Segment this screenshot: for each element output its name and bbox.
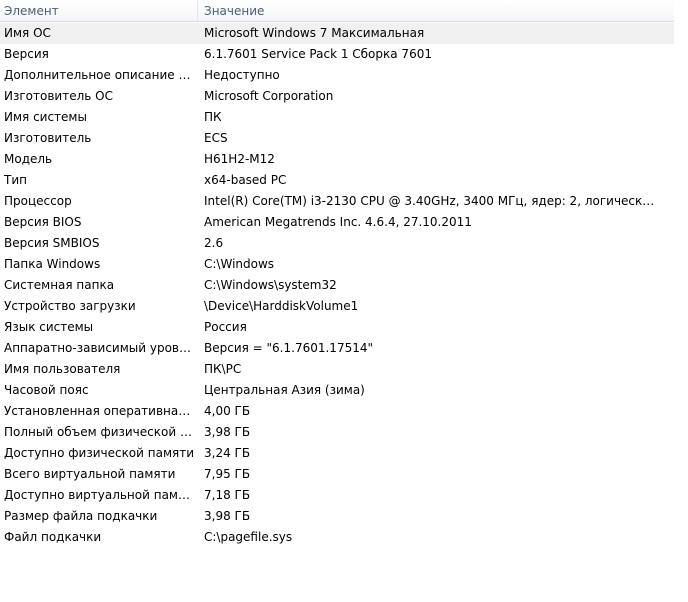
row-element-value: Версия = "6.1.7601.17514" xyxy=(204,341,373,355)
row-element-value: ПК\PC xyxy=(204,362,242,376)
row-element-name: Версия SMBIOS xyxy=(4,236,100,250)
row-element-name: Всего виртуальной памяти xyxy=(4,467,176,481)
list-header: Элемент Значение xyxy=(0,0,674,22)
table-row[interactable]: Язык системы Россия xyxy=(0,317,674,338)
table-row[interactable]: Всего виртуальной памяти 7,95 ГБ xyxy=(0,464,674,485)
row-element-name: Имя ОС xyxy=(4,26,51,40)
table-row[interactable]: Аппаратно-зависимый уровен... Версия = "6… xyxy=(0,338,674,359)
list-rows: Имя ОС Microsoft Windows 7 Максимальная В… xyxy=(0,23,674,548)
row-element-name: Аппаратно-зависимый уровен... xyxy=(4,341,195,355)
table-row[interactable]: Изготовитель ОС Microsoft Corporation xyxy=(0,86,674,107)
table-row[interactable]: Доступно виртуальной памяти 7,18 ГБ xyxy=(0,485,674,506)
row-element-name: Дополнительное описание ОС xyxy=(4,68,195,82)
row-element-value: Microsoft Corporation xyxy=(204,89,334,103)
row-element-name: Размер файла подкачки xyxy=(4,509,158,523)
table-row[interactable]: Версия SMBIOS 2.6 xyxy=(0,233,674,254)
row-element-value: Microsoft Windows 7 Максимальная xyxy=(204,26,425,40)
table-row[interactable]: Версия 6.1.7601 Service Pack 1 Сборка 760… xyxy=(0,44,674,65)
row-element-value: 4,00 ГБ xyxy=(204,404,251,418)
table-row[interactable]: Имя ОС Microsoft Windows 7 Максимальная xyxy=(0,23,674,44)
row-element-name: Установленная оперативная п... xyxy=(4,404,195,418)
table-row[interactable]: Системная папка C:\Windows\system32 xyxy=(0,275,674,296)
row-element-name: Файл подкачки xyxy=(4,530,102,544)
table-row[interactable]: Установленная оперативная п... 4,00 ГБ xyxy=(0,401,674,422)
table-row[interactable]: Файл подкачки C:\pagefile.sys xyxy=(0,527,674,548)
row-element-name: Системная папка xyxy=(4,278,115,292)
row-element-name: Папка Windows xyxy=(4,257,101,271)
table-row[interactable]: Часовой пояс Центральная Азия (зима) xyxy=(0,380,674,401)
row-element-name: Доступно виртуальной памяти xyxy=(4,488,195,502)
table-row[interactable]: Модель H61H2-M12 xyxy=(0,149,674,170)
table-row[interactable]: Дополнительное описание ОС Недоступно xyxy=(0,65,674,86)
row-element-name: Имя системы xyxy=(4,110,87,124)
table-row[interactable]: Имя пользователя ПК\PC xyxy=(0,359,674,380)
row-element-value: 2.6 xyxy=(204,236,224,250)
row-element-name: Версия BIOS xyxy=(4,215,82,229)
row-element-name: Тип xyxy=(4,173,27,187)
row-element-value: 7,18 ГБ xyxy=(204,488,251,502)
row-element-value: \Device\HarddiskVolume1 xyxy=(204,299,359,313)
row-element-value: 3,98 ГБ xyxy=(204,509,251,523)
table-row[interactable]: Версия BIOS American Megatrends Inc. 4.6.… xyxy=(0,212,674,233)
row-element-value: 6.1.7601 Service Pack 1 Сборка 7601 xyxy=(204,47,432,61)
row-element-name: Доступно физической памяти xyxy=(4,446,195,460)
row-element-name: Часовой пояс xyxy=(4,383,89,397)
table-row[interactable]: Имя системы ПК xyxy=(0,107,674,128)
table-row[interactable]: Доступно физической памяти 3,24 ГБ xyxy=(0,443,674,464)
table-row[interactable]: Тип x64-based PC xyxy=(0,170,674,191)
system-summary-list[interactable]: Элемент Значение Имя ОС Microsoft Windows… xyxy=(0,0,688,602)
row-element-value: Россия xyxy=(204,320,247,334)
row-element-name: Процессор xyxy=(4,194,72,208)
row-element-name: Изготовитель ОС xyxy=(4,89,113,103)
row-element-name: Язык системы xyxy=(4,320,94,334)
row-element-value: ПК xyxy=(204,110,222,124)
row-element-value: x64-based PC xyxy=(204,173,287,187)
table-row[interactable]: Размер файла подкачки 3,98 ГБ xyxy=(0,506,674,527)
column-header-element[interactable]: Элемент xyxy=(0,0,198,21)
row-element-value: Центральная Азия (зима) xyxy=(204,383,365,397)
row-element-value: American Megatrends Inc. 4.6.4, 27.10.20… xyxy=(204,215,472,229)
row-element-value: H61H2-M12 xyxy=(204,152,275,166)
table-row[interactable]: Папка Windows C:\Windows xyxy=(0,254,674,275)
row-element-value: C:\Windows\system32 xyxy=(204,278,337,292)
row-element-name: Полный объем физической па... xyxy=(4,425,195,439)
row-element-value: 3,98 ГБ xyxy=(204,425,251,439)
row-element-name: Изготовитель xyxy=(4,131,92,145)
row-element-name: Версия xyxy=(4,47,49,61)
row-element-value: ECS xyxy=(204,131,228,145)
row-element-value: Intel(R) Core(TM) i3-2130 CPU @ 3.40GHz,… xyxy=(204,194,662,208)
table-row[interactable]: Процессор Intel(R) Core(TM) i3-2130 CPU @… xyxy=(0,191,674,212)
row-element-value: 7,95 ГБ xyxy=(204,467,251,481)
table-row[interactable]: Полный объем физической па... 3,98 ГБ xyxy=(0,422,674,443)
table-row[interactable]: Устройство загрузки \Device\HarddiskVolum… xyxy=(0,296,674,317)
row-element-value: Недоступно xyxy=(204,68,280,82)
row-element-name: Устройство загрузки xyxy=(4,299,136,313)
row-element-value: 3,24 ГБ xyxy=(204,446,251,460)
row-element-value: C:\Windows xyxy=(204,257,275,271)
table-row[interactable]: Изготовитель ECS xyxy=(0,128,674,149)
row-element-name: Модель xyxy=(4,152,53,166)
row-element-name: Имя пользователя xyxy=(4,362,121,376)
row-element-value: C:\pagefile.sys xyxy=(204,530,293,544)
column-header-value[interactable]: Значение xyxy=(198,0,674,21)
